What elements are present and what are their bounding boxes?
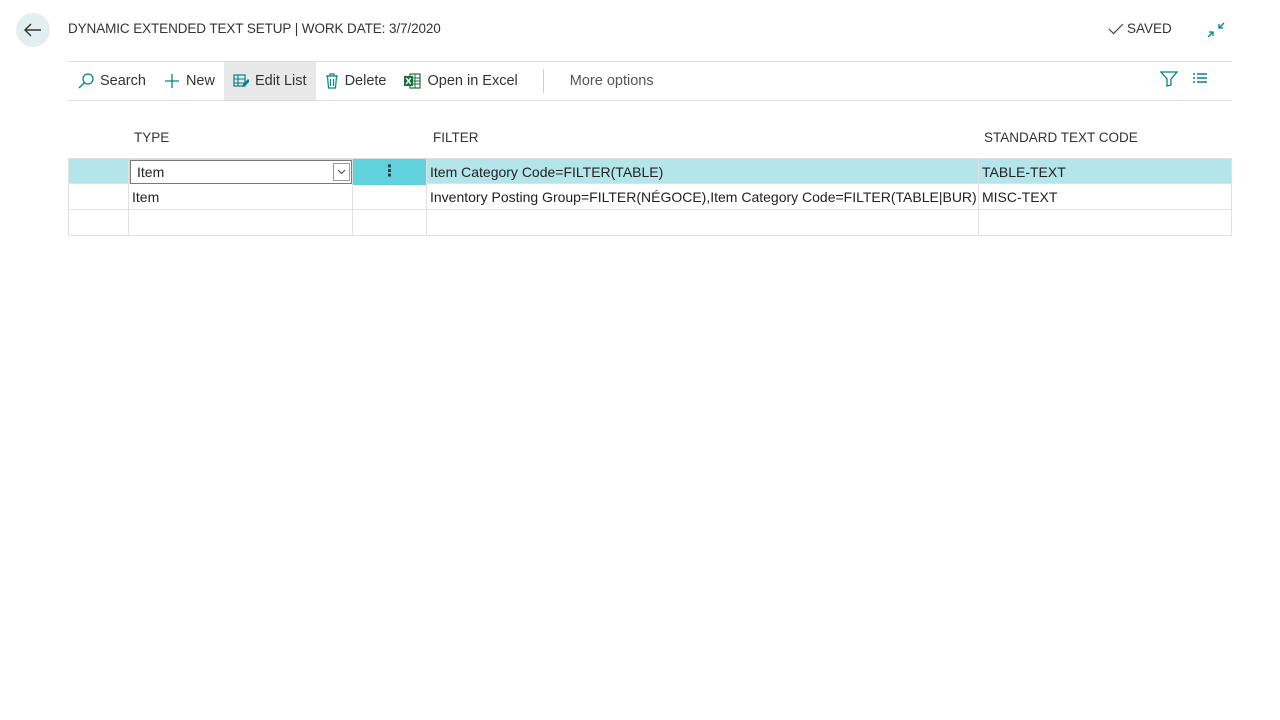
new-button[interactable]: New [155, 62, 224, 100]
type-select[interactable]: Item [130, 160, 352, 184]
column-header-standard-text-code[interactable]: STANDARD TEXT CODE [984, 130, 1138, 145]
standard-text-code-cell[interactable]: TABLE-TEXT [979, 159, 1232, 185]
row-selector[interactable] [68, 210, 129, 236]
more-vertical-icon[interactable]: ⋮ [382, 164, 398, 180]
list-view-button[interactable] [1192, 72, 1208, 86]
type-cell[interactable]: Item [129, 159, 353, 185]
checkmark-icon [1108, 23, 1124, 34]
arrow-left-icon [24, 23, 41, 37]
plus-icon [164, 74, 179, 88]
saved-status: SAVED [1108, 21, 1172, 36]
edit-list-icon [233, 74, 249, 87]
open-in-excel-button[interactable]: Open in Excel [395, 62, 526, 100]
row-actions-cell[interactable] [353, 210, 427, 236]
type-cell[interactable] [129, 210, 353, 236]
excel-icon [404, 73, 422, 89]
chevron-down-icon [337, 169, 346, 175]
filter-icon [1160, 71, 1178, 87]
collapse-icon [1207, 22, 1225, 38]
collapse-button[interactable] [1206, 20, 1226, 40]
action-bar: Search New Edit List Delete Open in Exce… [68, 61, 1232, 101]
filter-cell[interactable]: Item Category Code=FILTER(TABLE) [427, 159, 979, 185]
back-button[interactable] [16, 13, 50, 47]
table-row[interactable]: Item Inventory Posting Group=FILTER(NÉGO… [68, 184, 1232, 210]
list-icon [1193, 73, 1207, 83]
saved-label: SAVED [1127, 21, 1172, 36]
toolbar-separator [542, 69, 544, 93]
more-options-button[interactable]: More options [560, 62, 663, 100]
filter-cell[interactable] [427, 210, 979, 236]
type-select-value: Item [137, 164, 165, 180]
row-actions-cell[interactable]: ⋮ [353, 159, 427, 185]
standard-text-code-cell[interactable] [979, 210, 1232, 236]
filter-cell[interactable]: Inventory Posting Group=FILTER(NÉGOCE),I… [427, 184, 979, 210]
search-label: Search [100, 73, 146, 89]
grid-header: TYPE FILTER STANDARD TEXT CODE [68, 120, 1232, 158]
toolbar-right [1160, 71, 1208, 87]
column-header-type[interactable]: TYPE [134, 130, 169, 145]
dropdown-button[interactable] [333, 163, 350, 181]
column-header-filter[interactable]: FILTER [433, 130, 479, 145]
edit-list-button[interactable]: Edit List [223, 62, 316, 100]
row-actions-cell[interactable] [353, 184, 427, 210]
table-row[interactable] [68, 210, 1232, 236]
filter-button[interactable] [1160, 71, 1178, 87]
standard-text-code-cell[interactable]: MISC-TEXT [979, 184, 1232, 210]
new-label: New [185, 73, 215, 89]
search-icon [78, 73, 94, 89]
delete-label: Delete [344, 73, 387, 89]
page-title: DYNAMIC EXTENDED TEXT SETUP | WORK DATE:… [68, 21, 441, 36]
delete-button[interactable]: Delete [316, 62, 396, 100]
open-in-excel-label: Open in Excel [427, 73, 518, 89]
type-cell[interactable]: Item [129, 184, 353, 210]
edit-list-label: Edit List [254, 73, 307, 89]
search-button[interactable]: Search [68, 62, 155, 100]
row-selector[interactable] [68, 159, 129, 185]
data-grid: TYPE FILTER STANDARD TEXT CODE Item ⋮ It… [68, 120, 1232, 236]
trash-icon [325, 73, 338, 89]
row-selector[interactable] [68, 184, 129, 210]
table-row[interactable]: Item ⋮ Item Category Code=FILTER(TABLE) … [68, 158, 1232, 185]
